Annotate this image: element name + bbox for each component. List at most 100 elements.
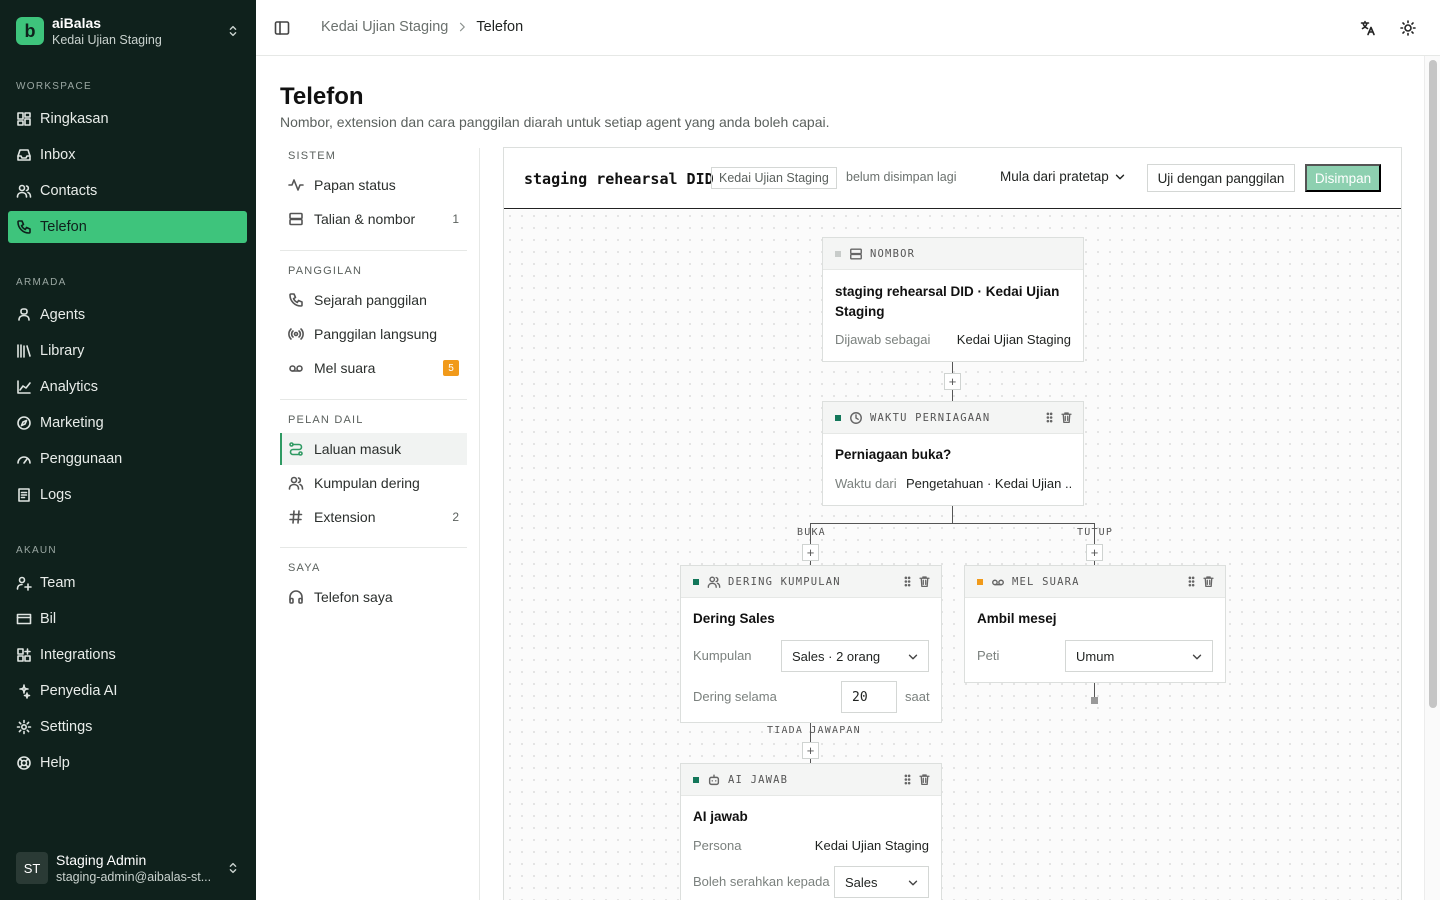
phone-icon [288, 292, 314, 308]
select-value: Sales [845, 874, 878, 890]
add-step-button[interactable]: + [944, 373, 961, 390]
trash-icon[interactable] [1198, 575, 1215, 588]
dashboard-icon [16, 111, 40, 127]
page-title: Telefon [280, 83, 364, 110]
node-voicemail[interactable]: MEL SUARA Ambil mesej Peti Umum [964, 565, 1226, 683]
business-tag: Kedai Ujian Staging [711, 167, 837, 189]
node-number[interactable]: NOMBOR staging rehearsal DID · Kedai Uji… [822, 237, 1084, 362]
add-step-button[interactable]: + [1086, 544, 1103, 561]
subnav-count: 2 [452, 510, 459, 524]
node-type: DERING KUMPULAN [728, 575, 841, 588]
sidebar-item-penggunaan[interactable]: Penggunaan [8, 443, 247, 475]
field-label: Persona [693, 838, 742, 853]
drag-handle-icon[interactable] [897, 773, 914, 786]
ring-group-select[interactable]: Sales · 2 orang [781, 640, 929, 672]
node-status-dot [693, 578, 699, 585]
trash-icon[interactable] [1056, 411, 1073, 424]
mailbox-select[interactable]: Umum [1065, 640, 1213, 672]
drag-handle-icon[interactable] [1039, 411, 1056, 424]
node-type: AI JAWAB [728, 773, 789, 786]
breadcrumb-current: Telefon [476, 19, 524, 35]
sidebar-item-settings[interactable]: Settings [8, 711, 247, 743]
select-value: Sales · 2 orang [792, 648, 881, 664]
topbar: Kedai Ujian Staging Telefon [256, 0, 1440, 56]
drag-handle-icon[interactable] [897, 575, 914, 588]
clock-icon [849, 411, 870, 425]
node-ai-answer[interactable]: AI JAWAB AI jawab Persona Kedai Ujian St… [680, 763, 942, 900]
card-icon [16, 611, 40, 627]
user-menu[interactable]: ST Staging Admin staging-admin@aibalas-s… [16, 850, 240, 886]
sidebar-item-help[interactable]: Help [8, 747, 247, 779]
sidebar-item-logs[interactable]: Logs [8, 479, 247, 511]
test-call-button[interactable]: Uji dengan panggilan [1147, 164, 1295, 192]
editor-header: staging rehearsal DID Kedai Ujian Stagin… [504, 148, 1401, 209]
workspace-logo: b [16, 17, 44, 45]
sidebar-item-penyedia-ai[interactable]: Penyedia AI [8, 675, 247, 707]
subnav-item-label: Telefon saya [314, 589, 393, 605]
sidebar-item-marketing[interactable]: Marketing [8, 407, 247, 439]
server-icon [849, 247, 870, 261]
sidebar-item-contacts[interactable]: Contacts [8, 175, 247, 207]
page-subtitle: Nombor, extension dan cara panggilan dia… [280, 114, 830, 130]
users-icon [288, 475, 314, 491]
handoff-select[interactable]: Sales [834, 866, 929, 898]
subnav-item-papan-status[interactable]: Papan status [280, 169, 467, 201]
gear-icon [16, 719, 40, 735]
add-step-button[interactable]: + [802, 544, 819, 561]
subnav-item-talian-nombor[interactable]: Talian & nombor 1 [280, 203, 467, 235]
preset-dropdown[interactable]: Mula dari pratetap [1000, 169, 1127, 184]
node-type: NOMBOR [870, 247, 916, 260]
sidebar-item-bil[interactable]: Bil [8, 603, 247, 635]
subnav-item-kumpulan-dering[interactable]: Kumpulan dering [280, 467, 467, 499]
subnav-item-mel-suara[interactable]: Mel suara 5 [280, 352, 467, 384]
subnav-item-sejarah-panggilan[interactable]: Sejarah panggilan [280, 284, 467, 316]
sidebar-item-label: Ringkasan [40, 111, 109, 127]
workspace-name: aiBalas [52, 14, 102, 31]
scrollbar-thumb[interactable] [1429, 60, 1437, 708]
sidebar-item-agents[interactable]: Agents [8, 299, 247, 331]
divider [479, 148, 480, 900]
drag-handle-icon[interactable] [1181, 575, 1198, 588]
field-label: Dijawab sebagai [835, 332, 931, 347]
divider [280, 547, 467, 548]
trash-icon[interactable] [914, 773, 931, 786]
sidebar-item-inbox[interactable]: Inbox [8, 139, 247, 171]
route-editor: staging rehearsal DID Kedai Ujian Stagin… [503, 147, 1402, 900]
sidebar-item-ringkasan[interactable]: Ringkasan [8, 103, 247, 135]
ring-duration-input[interactable] [841, 681, 897, 713]
sidebar-item-telefon[interactable]: Telefon [8, 211, 247, 243]
headphones-icon [288, 589, 314, 605]
add-step-button[interactable]: + [802, 742, 819, 759]
translate-icon[interactable] [1360, 20, 1376, 36]
sidebar-toggle-icon[interactable] [274, 20, 290, 36]
theme-sun-icon[interactable] [1400, 20, 1416, 36]
connector-end [1091, 697, 1098, 704]
sidebar: b aiBalas Kedai Ujian Staging WORKSPACE … [0, 0, 256, 900]
lifebuoy-icon [16, 755, 40, 771]
save-button[interactable]: Disimpan [1305, 164, 1381, 192]
subnav-item-extension[interactable]: Extension 2 [280, 501, 467, 533]
node-ring-group[interactable]: DERING KUMPULAN Dering Sales Kumpulan Sa… [680, 565, 942, 723]
workspace-switcher[interactable]: b aiBalas Kedai Ujian Staging [16, 14, 240, 48]
edge-label-no-answer: TIADA JAWAPAN [767, 725, 861, 736]
subnav-section-panggilan: PANGGILAN [288, 265, 363, 277]
select-value: Umum [1076, 648, 1115, 664]
sidebar-item-analytics[interactable]: Analytics [8, 371, 247, 403]
subnav-item-laluan-masuk[interactable]: Laluan masuk [280, 433, 467, 465]
sidebar-item-label: Analytics [40, 379, 99, 395]
sidebar-item-team[interactable]: Team [8, 567, 247, 599]
flow-canvas[interactable]: + BUKA TUTUP + + TIADA JAWAPAN + NOMBOR … [504, 210, 1401, 900]
subnav-item-telefon-saya[interactable]: Telefon saya [280, 581, 467, 613]
breadcrumb-parent[interactable]: Kedai Ujian Staging [321, 19, 448, 35]
node-business-hours[interactable]: WAKTU PERNIAGAAN Perniagaan buka? Waktu … [822, 401, 1084, 506]
connector-line [810, 523, 1095, 524]
trash-icon[interactable] [914, 575, 931, 588]
sidebar-item-label: Marketing [40, 415, 104, 431]
sidebar-item-library[interactable]: Library [8, 335, 247, 367]
node-status-dot [977, 578, 983, 585]
subnav-item-panggilan-langsung[interactable]: Panggilan langsung [280, 318, 467, 350]
field-value: Kedai Ujian Staging [814, 838, 929, 853]
sidebar-item-integrations[interactable]: Integrations [8, 639, 247, 671]
broadcast-icon [288, 326, 314, 342]
chevron-right-icon [456, 21, 468, 33]
